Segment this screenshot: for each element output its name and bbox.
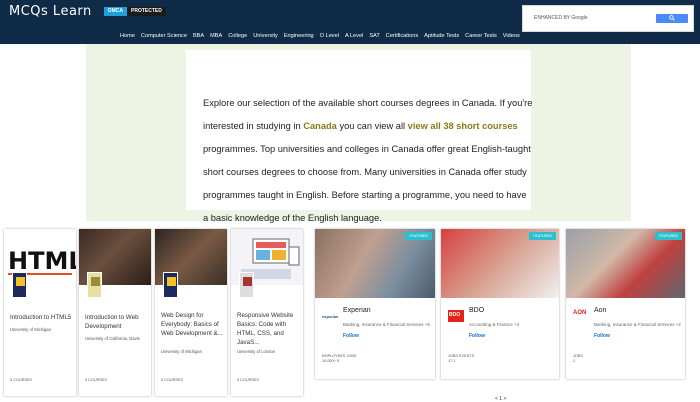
main-nav: Home Computer Science BBA MBA College Un… bbox=[120, 33, 526, 39]
nav-college[interactable]: College bbox=[228, 33, 247, 39]
university-badge bbox=[163, 272, 178, 298]
nav-videos[interactable]: Videos bbox=[503, 33, 520, 39]
course-title[interactable]: Introduction to Web Development bbox=[85, 313, 149, 331]
follow-button[interactable]: Follow bbox=[343, 333, 359, 339]
employer-name[interactable]: BDO bbox=[469, 307, 484, 314]
course-card[interactable]: Introduction to Web Development Universi… bbox=[79, 229, 151, 396]
employer-industry: Banking, Insurance & Financial Services … bbox=[594, 322, 681, 327]
course-university: University of Michigan bbox=[10, 327, 51, 332]
university-badge bbox=[12, 272, 27, 298]
nav-computer-science[interactable]: Computer Science bbox=[141, 33, 187, 39]
search-placeholder: ENHANCED BY Google bbox=[534, 15, 588, 21]
employer-card[interactable]: FEATURED AON Aon Banking, Insurance & Fi… bbox=[566, 229, 685, 379]
nav-career-tests[interactable]: Career Tests bbox=[465, 33, 497, 39]
course-count: 5 COURSES bbox=[85, 378, 107, 382]
employer-name[interactable]: Aon bbox=[594, 307, 606, 314]
aon-logo: AON bbox=[573, 310, 587, 316]
course-university: University of California, Davis bbox=[85, 336, 140, 341]
course-count: 5 COURSES bbox=[237, 378, 259, 382]
nav-home[interactable]: Home bbox=[120, 33, 135, 39]
nav-sat[interactable]: SAT bbox=[369, 33, 379, 39]
follow-button[interactable]: Follow bbox=[594, 333, 610, 339]
employer-industry: Banking, Insurance & Financial Services … bbox=[343, 322, 430, 327]
course-count: 5 COURSES bbox=[10, 378, 32, 382]
intro-paragraph: Explore our selection of the available s… bbox=[203, 92, 533, 230]
course-university: University of Michigan bbox=[161, 349, 202, 354]
employer-name[interactable]: Experian bbox=[343, 307, 371, 314]
employer-card[interactable]: FEATURED BDO BDO Accounting & Finance +3… bbox=[441, 229, 559, 379]
nav-engineering[interactable]: Engineering bbox=[284, 33, 314, 39]
search-button[interactable] bbox=[656, 14, 688, 23]
view-courses-link[interactable]: view all 38 short courses bbox=[408, 121, 518, 131]
canada-link[interactable]: Canada bbox=[303, 121, 337, 131]
nav-mba[interactable]: MBA bbox=[210, 33, 222, 39]
nav-a-level[interactable]: A Level bbox=[345, 33, 363, 39]
featured-tag: FEATURED bbox=[405, 232, 432, 240]
course-title[interactable]: Web Design for Everybody: Basics of Web … bbox=[161, 311, 225, 338]
nav-bba[interactable]: BBA bbox=[193, 33, 204, 39]
university-badge bbox=[87, 272, 102, 298]
search-icon bbox=[669, 15, 675, 21]
dmca-label: DMCA bbox=[104, 7, 127, 16]
featured-tag: FEATURED bbox=[529, 232, 556, 240]
course-card[interactable]: Responsive Website Basics: Code with HTM… bbox=[231, 229, 303, 396]
university-badge bbox=[239, 272, 254, 298]
course-title[interactable]: Introduction to HTML5 bbox=[10, 313, 74, 322]
intro-text-3: programmes. Top universities and college… bbox=[203, 144, 531, 223]
nav-o-level[interactable]: O Level bbox=[320, 33, 339, 39]
course-count: 5 COURSES bbox=[161, 378, 183, 382]
featured-tag: FEATURED bbox=[655, 232, 682, 240]
employer-stats: JOBS EVENTS 17 1 bbox=[448, 354, 474, 364]
stats-values: 10,000+ 5 bbox=[322, 359, 339, 363]
stats-values: 17 1 bbox=[448, 359, 456, 363]
protected-label: PROTECTED bbox=[127, 7, 166, 16]
course-university: University of London bbox=[237, 349, 276, 354]
employer-stats: EMPLOYEES JOBS 10,000+ 5 bbox=[322, 354, 356, 364]
employer-stats: JOBS 2 bbox=[573, 354, 583, 364]
experian-logo: experian bbox=[322, 314, 339, 319]
nav-certifications[interactable]: Certifications bbox=[386, 33, 418, 39]
bdo-logo: BDO bbox=[448, 310, 464, 322]
course-card[interactable]: Web Design for Everybody: Basics of Web … bbox=[155, 229, 227, 396]
search-input[interactable]: ENHANCED BY Google bbox=[522, 5, 694, 32]
dmca-badge[interactable]: DMCA PROTECTED bbox=[104, 7, 166, 16]
stats-values: 2 bbox=[573, 359, 576, 363]
course-title[interactable]: Responsive Website Basics: Code with HTM… bbox=[237, 311, 301, 347]
employer-industry: Accounting & Finance +3 bbox=[469, 322, 520, 327]
nav-university[interactable]: University bbox=[253, 33, 278, 39]
nav-aptitude-tests[interactable]: Aptitude Tests bbox=[424, 33, 459, 39]
site-header: MCQs Learn DMCA PROTECTED ENHANCED BY Go… bbox=[0, 0, 700, 44]
course-card[interactable]: HTML Introduction to HTML5 University of… bbox=[4, 229, 84, 396]
site-logo[interactable]: MCQs Learn bbox=[9, 4, 92, 19]
intro-text-2: you can view all bbox=[336, 121, 408, 131]
employer-card[interactable]: FEATURED experian Experian Banking, Insu… bbox=[315, 229, 435, 379]
svg-text:HTML: HTML bbox=[8, 247, 76, 275]
follow-button[interactable]: Follow bbox=[469, 333, 485, 339]
carousel-pager[interactable]: < 1 > bbox=[495, 396, 506, 402]
